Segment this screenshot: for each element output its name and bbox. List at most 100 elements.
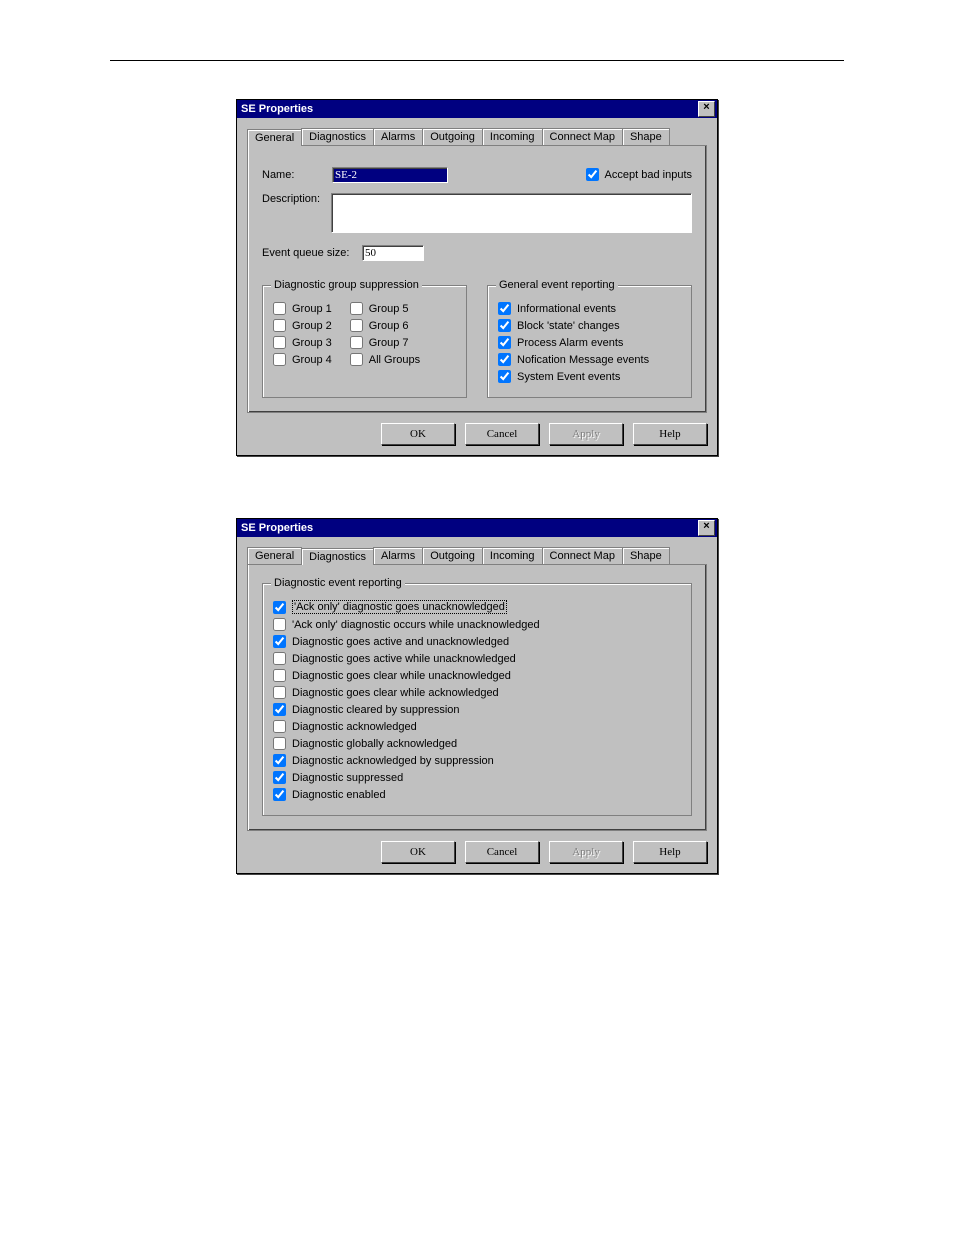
close-icon[interactable]: × [698, 101, 715, 117]
window-title: SE Properties [241, 103, 698, 115]
checkbox-label: Group 4 [292, 354, 332, 366]
checkbox-item[interactable]: Block 'state' changes [498, 319, 681, 332]
tab-incoming[interactable]: Incoming [482, 128, 543, 145]
checkbox-box[interactable] [498, 302, 511, 315]
checkbox-item[interactable]: Group 1 [273, 302, 332, 315]
checkbox-item[interactable]: Group 6 [350, 319, 420, 332]
checkbox-item[interactable]: Diagnostic goes active and unacknowledge… [273, 635, 681, 648]
checkbox-item[interactable]: Diagnostic acknowledged by suppression [273, 754, 681, 767]
titlebar[interactable]: SE Properties × [237, 519, 717, 537]
tabstrip: General Diagnostics Alarms Outgoing Inco… [247, 547, 707, 565]
checkbox-box[interactable] [273, 652, 286, 665]
accept-bad-inputs-checkbox[interactable]: Accept bad inputs [586, 168, 692, 181]
checkbox-box[interactable] [273, 669, 286, 682]
checkbox-label: Diagnostic acknowledged by suppression [292, 755, 494, 767]
checkbox-item[interactable]: Group 2 [273, 319, 332, 332]
checkbox-item[interactable]: System Event events [498, 370, 681, 383]
cancel-button[interactable]: Cancel [465, 841, 539, 863]
name-input[interactable] [332, 167, 448, 183]
checkbox-box[interactable] [273, 635, 286, 648]
help-button[interactable]: Help [633, 423, 707, 445]
checkbox-box[interactable] [273, 319, 286, 332]
close-icon[interactable]: × [698, 520, 715, 536]
checkbox-item[interactable]: Group 3 [273, 336, 332, 349]
tab-outgoing[interactable]: Outgoing [422, 128, 483, 145]
checkbox-box[interactable] [350, 319, 363, 332]
description-input[interactable] [331, 193, 692, 233]
checkbox-box[interactable] [273, 353, 286, 366]
checkbox-item[interactable]: Diagnostic globally acknowledged [273, 737, 681, 750]
tab-diagnostics[interactable]: Diagnostics [301, 128, 374, 145]
checkbox-box[interactable] [350, 302, 363, 315]
tab-incoming[interactable]: Incoming [482, 547, 543, 564]
checkbox-item[interactable]: Diagnostic cleared by suppression [273, 703, 681, 716]
tab-general[interactable]: General [247, 129, 302, 146]
apply-button[interactable]: Apply [549, 423, 623, 445]
event-queue-input[interactable] [362, 245, 424, 261]
checkbox-item[interactable]: 'Ack only' diagnostic occurs while unack… [273, 618, 681, 631]
button-bar: OK Cancel Apply Help [237, 831, 717, 873]
checkbox-item[interactable]: Diagnostic goes active while unacknowled… [273, 652, 681, 665]
help-button[interactable]: Help [633, 841, 707, 863]
checkbox-label: All Groups [369, 354, 420, 366]
checkbox-label: Diagnostic cleared by suppression [292, 704, 460, 716]
checkbox-box[interactable] [273, 720, 286, 733]
tab-shape[interactable]: Shape [622, 128, 670, 145]
checkbox-box[interactable] [273, 754, 286, 767]
tab-alarms[interactable]: Alarms [373, 128, 423, 145]
checkbox-box[interactable] [273, 302, 286, 315]
tab-connect-map[interactable]: Connect Map [542, 128, 623, 145]
checkbox-item[interactable]: Nofication Message events [498, 353, 681, 366]
checkbox-item[interactable]: Diagnostic goes clear while unacknowledg… [273, 669, 681, 682]
tab-general[interactable]: General [247, 547, 302, 564]
checkbox-item[interactable]: Diagnostic suppressed [273, 771, 681, 784]
tab-shape[interactable]: Shape [622, 547, 670, 564]
checkbox-label: Diagnostic goes active while unacknowled… [292, 653, 516, 665]
reporting-list: Informational events Block 'state' change… [498, 302, 681, 383]
checkbox-item[interactable]: Diagnostic goes clear while acknowledged [273, 686, 681, 699]
tab-outgoing[interactable]: Outgoing [422, 547, 483, 564]
checkbox-box[interactable] [498, 353, 511, 366]
checkbox-label: Diagnostic goes clear while acknowledged [292, 687, 499, 699]
group-reporting: General event reporting Informational ev… [487, 285, 692, 398]
checkbox-item[interactable]: Informational events [498, 302, 681, 315]
checkbox-box[interactable] [273, 737, 286, 750]
tab-connect-map[interactable]: Connect Map [542, 547, 623, 564]
checkbox-item[interactable]: Process Alarm events [498, 336, 681, 349]
cancel-button[interactable]: Cancel [465, 423, 539, 445]
checkbox-box[interactable] [273, 686, 286, 699]
checkbox-box[interactable] [273, 703, 286, 716]
checkbox-box[interactable] [498, 370, 511, 383]
dialog-diagnostics: SE Properties × General Diagnostics Alar… [236, 518, 718, 874]
apply-button[interactable]: Apply [549, 841, 623, 863]
checkbox-label: 'Ack only' diagnostic occurs while unack… [292, 619, 540, 631]
accept-bad-inputs-box[interactable] [586, 168, 599, 181]
ok-button[interactable]: OK [381, 841, 455, 863]
tab-alarms[interactable]: Alarms [373, 547, 423, 564]
checkbox-box[interactable] [273, 601, 286, 614]
tab-diagnostics[interactable]: Diagnostics [301, 548, 374, 565]
checkbox-item[interactable]: Diagnostic acknowledged [273, 720, 681, 733]
checkbox-item[interactable]: Group 4 [273, 353, 332, 366]
checkbox-box[interactable] [273, 336, 286, 349]
checkbox-box[interactable] [273, 788, 286, 801]
group-reporting-legend: General event reporting [496, 279, 618, 291]
page-rule [110, 60, 844, 61]
checkbox-box[interactable] [350, 353, 363, 366]
checkbox-box[interactable] [273, 618, 286, 631]
checkbox-box[interactable] [273, 771, 286, 784]
checkbox-box[interactable] [350, 336, 363, 349]
checkbox-item[interactable]: Group 7 [350, 336, 420, 349]
ok-button[interactable]: OK [381, 423, 455, 445]
checkbox-box[interactable] [498, 319, 511, 332]
checkbox-item[interactable]: All Groups [350, 353, 420, 366]
checkbox-item[interactable]: Group 5 [350, 302, 420, 315]
suppression-col-right: Group 5 Group 6 Group 7 All Groups [350, 298, 420, 370]
checkbox-box[interactable] [498, 336, 511, 349]
checkbox-label: 'Ack only' diagnostic goes unacknowledge… [292, 600, 507, 614]
checkbox-label: Diagnostic goes clear while unacknowledg… [292, 670, 511, 682]
checkbox-item[interactable]: 'Ack only' diagnostic goes unacknowledge… [273, 600, 681, 614]
checkbox-item[interactable]: Diagnostic enabled [273, 788, 681, 801]
titlebar[interactable]: SE Properties × [237, 100, 717, 118]
diag-list: 'Ack only' diagnostic goes unacknowledge… [273, 600, 681, 801]
